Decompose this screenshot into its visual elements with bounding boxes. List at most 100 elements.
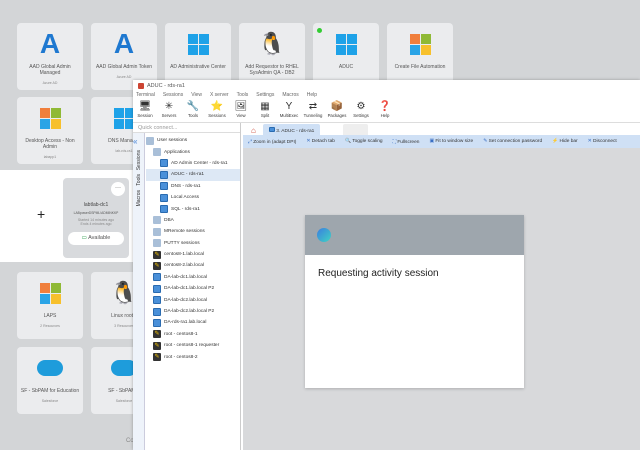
tree-item[interactable]: Local Access: [146, 192, 240, 203]
folder-icon: [153, 216, 161, 225]
tree-item[interactable]: DA-lab-dc1.lab.local: [146, 272, 240, 283]
card-title: Create File Automation: [394, 64, 446, 70]
tree-item[interactable]: ✎ centos8-1.lab.local: [146, 249, 240, 260]
toolbar-button[interactable]: ▦ Split: [255, 101, 275, 122]
toolbar-button[interactable]: 🖥 Session: [135, 101, 155, 122]
action-button[interactable]: ✕ Disconnect: [588, 139, 617, 144]
new-tab-button[interactable]: [343, 124, 369, 135]
toolbar-button[interactable]: ⇄ Tunneling: [303, 101, 323, 122]
action-button[interactable]: 🔍 Toggle scaling: [345, 139, 383, 144]
windows-icon: [313, 29, 379, 59]
quick-connect-input[interactable]: Quick connect...: [133, 123, 240, 133]
menu-item[interactable]: Macros: [282, 92, 298, 101]
action-icon: ⤢: [248, 139, 252, 145]
toolbar-button[interactable]: ✳ Servers: [159, 101, 179, 122]
toolbar-button[interactable]: 🔧 Tools: [183, 101, 203, 122]
menu-item[interactable]: X server: [210, 92, 229, 101]
tree-item[interactable]: PUTTY sessions: [146, 238, 240, 249]
session-card[interactable]: ··· labtlab-dc1 LABpowerDSPML\ADMINKKP S…: [63, 178, 129, 258]
toolbar-button[interactable]: ⭐ Sessions: [207, 101, 227, 122]
tree-label: centos8-2.lab.local: [164, 263, 204, 269]
tree-label: Local Access: [171, 195, 199, 201]
tree-item[interactable]: DA-lab-dc2.lab.local: [146, 294, 240, 305]
tree-item[interactable]: MRemote sessions: [146, 226, 240, 237]
dialog-message: Requesting activity session: [318, 268, 439, 279]
side-tab[interactable]: Macros: [136, 190, 142, 206]
menu-item[interactable]: Sessions: [163, 92, 183, 101]
resource-card[interactable]: A AAD Global Admin Managed Azure AD: [17, 23, 83, 90]
resource-card[interactable]: SF - SbPAM for Education Salesforce: [17, 347, 83, 414]
action-button[interactable]: ✎ Set connection password: [483, 139, 542, 144]
action-button[interactable]: ▣ Fit to window size: [429, 139, 473, 144]
toolbar-button[interactable]: 📦 Packages: [327, 101, 347, 122]
more-button[interactable]: ···: [111, 182, 125, 196]
action-button[interactable]: ⤢ Zoom in (adapt DPI): [248, 139, 296, 145]
action-icon: ✕: [306, 139, 311, 144]
action-bar: ⤢ Zoom in (adapt DPI) ✕ Detach tab 🔍 Toggl…: [243, 135, 640, 148]
monitor-icon: [160, 205, 168, 214]
resource-card[interactable]: LAPS 2 Resources: [17, 272, 83, 339]
toolbar-button[interactable]: ⚙ Settings: [351, 101, 371, 122]
windows-icon: [165, 29, 231, 59]
action-label: Toggle scaling: [352, 139, 383, 144]
toolbar-button[interactable]: 🖼 View: [231, 101, 251, 122]
tree-item[interactable]: DBA: [146, 215, 240, 226]
tree-item[interactable]: Applications: [146, 146, 240, 157]
resource-card[interactable]: Desktop Access - Non Admin labapp1: [17, 97, 83, 164]
tree-item[interactable]: DNS - rds-ra1: [146, 181, 240, 192]
side-tabs: « Sessions Tools Macros: [133, 133, 145, 450]
tree-item[interactable]: SQL - rds-ra1: [146, 203, 240, 214]
tree-item[interactable]: ADUC - rds-ra1: [146, 169, 240, 181]
tree-item[interactable]: ✎ root - centos8-2: [146, 351, 240, 362]
menu-item[interactable]: Terminal: [136, 92, 155, 101]
tree-item[interactable]: ✎ root - centos8-1: [146, 329, 240, 340]
monitor-icon: [153, 307, 161, 316]
card-title: ADUC: [338, 64, 354, 70]
menu-item[interactable]: View: [191, 92, 202, 101]
action-button[interactable]: ⛶ Fullscreen: [393, 139, 420, 145]
status-label: Available: [88, 235, 111, 241]
card-title: LAPS: [43, 313, 57, 319]
card-subtitle: Salesforce: [41, 399, 59, 403]
windows-color-icon: [17, 278, 83, 308]
toolbar-button[interactable]: Y MultiExec: [279, 101, 299, 122]
monitor-icon: [160, 159, 168, 168]
side-tab[interactable]: Tools: [136, 174, 142, 186]
tree-item[interactable]: DA-lab-dc2.lab.local P2: [146, 306, 240, 317]
tree-item[interactable]: ✎ root - centos8-1 requester: [146, 340, 240, 351]
tree-label: MRemote sessions: [164, 229, 205, 235]
tree-label: centos8-1.lab.local: [164, 252, 204, 258]
menu-item[interactable]: Help: [307, 92, 317, 101]
title-bar: ADUC - rds-ra1: [133, 80, 640, 92]
tab-aduc[interactable]: 3. ADUC - rds-ra1: [262, 124, 321, 135]
toolbar-button[interactable]: ❓ Help: [375, 101, 395, 122]
card-subtitle: labapp1: [43, 155, 57, 159]
collapse-icon[interactable]: «: [133, 137, 144, 146]
linux-icon: 🐧: [258, 31, 286, 56]
tree-label: DA-lab-dc1.lab.local: [164, 274, 207, 280]
folder-icon: [153, 239, 161, 248]
tree-label: DA-rds-ra1.lab.local: [164, 320, 207, 326]
toolbar-icon: Y: [285, 101, 293, 112]
action-icon: ▣: [429, 139, 434, 144]
action-button[interactable]: ⚡ Hide bar: [552, 139, 577, 144]
home-tab-icon[interactable]: ⌂: [247, 126, 260, 135]
action-button[interactable]: ✕ Detach tab: [306, 139, 335, 144]
tree-item[interactable]: ✎ centos8-2.lab.local: [146, 260, 240, 271]
menu-item[interactable]: Settings: [256, 92, 274, 101]
tree-item[interactable]: User sessions: [146, 135, 240, 146]
toolbar-label: Tunneling: [303, 113, 323, 118]
side-tab[interactable]: Sessions: [136, 150, 142, 170]
toolbar-label: Split: [260, 113, 270, 118]
tree-item[interactable]: DA-lab-dc1.lab.local P2: [146, 283, 240, 294]
available-button[interactable]: ▭ Available: [68, 232, 124, 245]
tab-bar: ⌂ 3. ADUC - rds-ra1: [243, 123, 640, 135]
action-label: Disconnect: [593, 139, 617, 144]
action-icon: ✕: [587, 139, 592, 144]
session-account: LABpowerDSPML\ADMINKKP: [73, 211, 119, 215]
tree-item[interactable]: AD Admin Center - rds-ra1: [146, 158, 240, 169]
menu-item[interactable]: Tools: [237, 92, 249, 101]
add-button[interactable]: +: [37, 206, 45, 222]
tree-item[interactable]: DA-rds-ra1.lab.local: [146, 317, 240, 328]
monitor-icon: [153, 284, 161, 293]
